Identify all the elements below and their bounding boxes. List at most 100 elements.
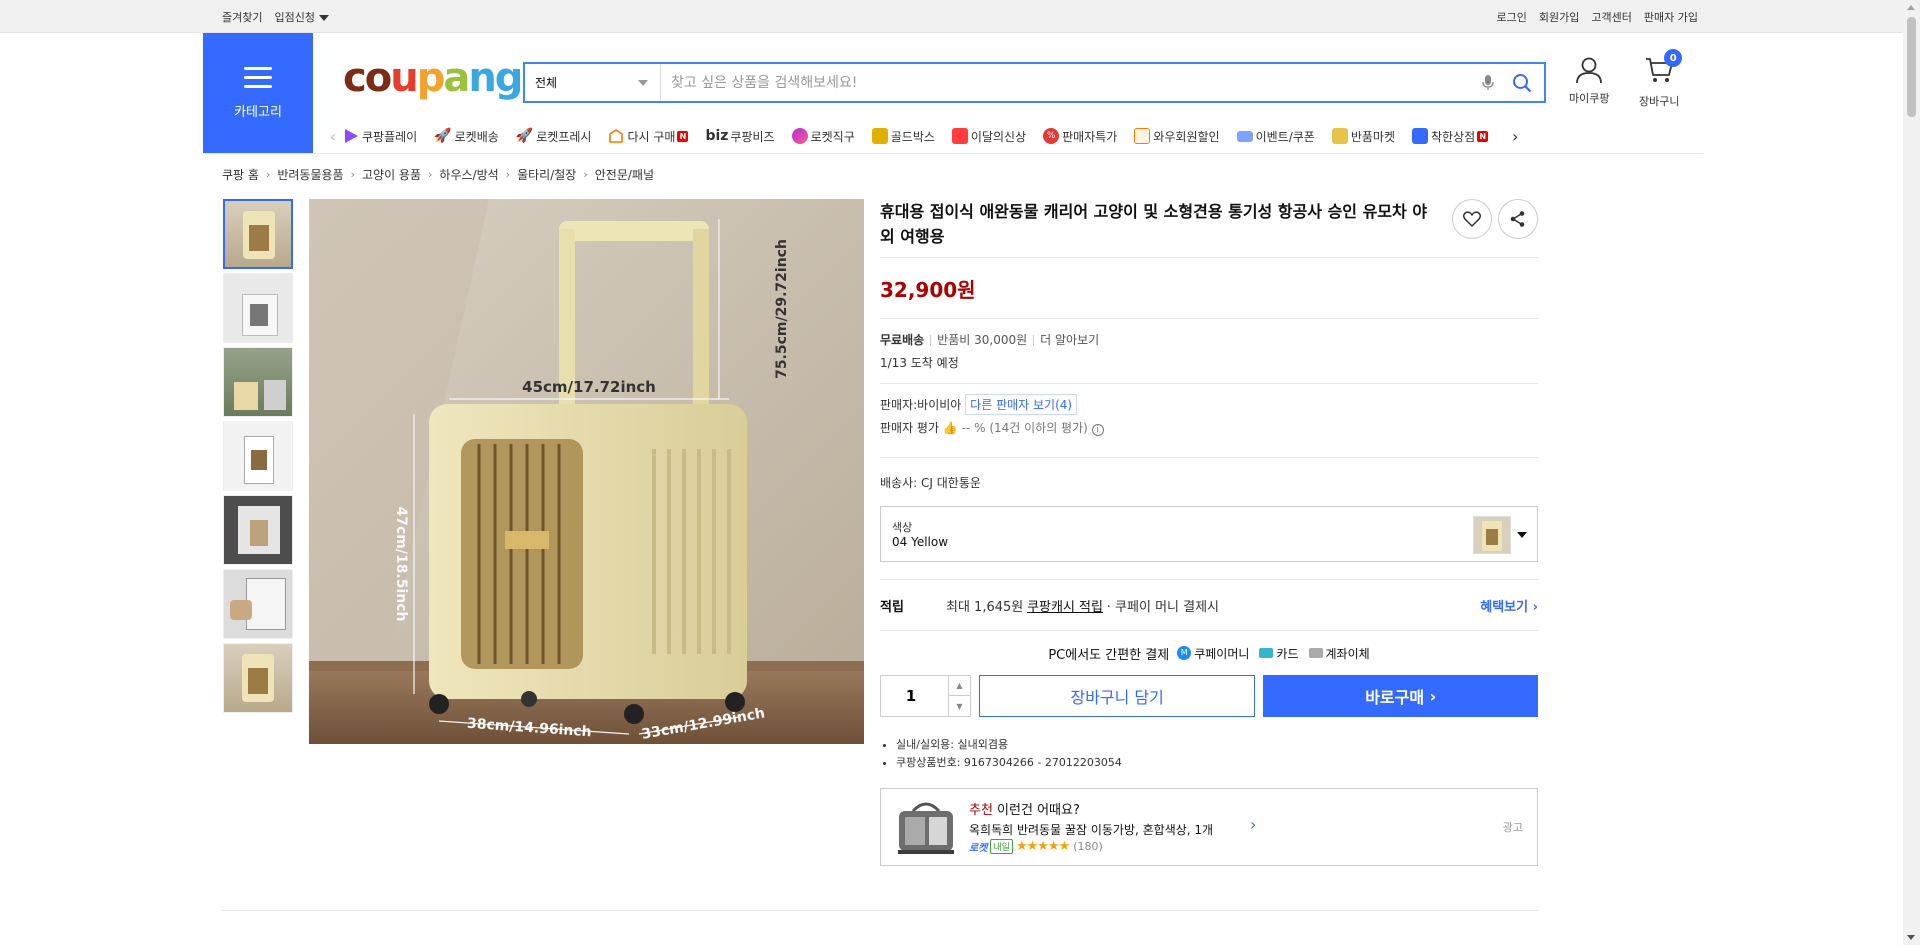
wow-icon [1134,128,1151,144]
more-info-link[interactable]: 더 알아보기 [1040,333,1099,347]
wishlist-button[interactable] [1452,199,1492,239]
recommendation-image [895,797,957,857]
user-icon [1576,57,1603,84]
thumbnail[interactable] [223,495,293,565]
carrier-name: CJ 대한통운 [921,475,981,490]
good-shop-icon [1412,128,1428,144]
seller-name: 바이비아 [917,398,962,412]
thumbnail[interactable] [223,273,293,343]
reco-highlight: 추천 [969,803,993,818]
return-fee: 반품비 30,000원 [937,333,1028,347]
category-button[interactable]: 카테고리 [203,33,313,153]
nav-wow-discount[interactable]: 와우회원할인 [1134,128,1220,145]
microphone-icon[interactable] [1476,71,1500,95]
breadcrumb-item[interactable]: 안전문/패널 [595,166,654,183]
customer-center-link[interactable]: 고객센터 [1591,9,1631,25]
share-button[interactable] [1498,199,1538,239]
chevron-right-icon: › [1250,815,1257,834]
quantity-input[interactable] [881,676,941,716]
coupang-cash-link[interactable]: 쿠팡캐시 적립 [1027,596,1103,615]
thumbnail[interactable] [223,421,293,491]
arrival-date: 1/13 도착 예정 [880,356,959,370]
reco-product-name: 옥희독희 반려동물 꿀잠 이동가방, 혼합색상, 1개 [969,823,1214,837]
nav-rebuy[interactable]: 다시 구매 N [608,128,689,145]
main-product-image[interactable]: 45cm/17.72inch 75.5cm/29.72inch 47cm/18.… [309,199,864,744]
my-coupang-button[interactable]: 마이쿠팡 [1569,55,1609,106]
chevron-down-icon [638,79,648,86]
list-item: 실내/실외용: 실내외겸용 [896,736,1538,754]
buy-now-button[interactable]: 바로구매 › [1263,675,1539,717]
price: 32,900원 [880,277,976,302]
breadcrumb-item[interactable]: 고양이 용품 [362,166,421,183]
search-icon [1513,73,1532,92]
image-height-total-label: 75.5cm/29.72inch [774,239,790,379]
reco-heading: 이런건 어때요? [992,803,1080,818]
nav-goldbox[interactable]: 골드박스 [871,128,935,145]
seller-info: 판매자:바이비아 다른 판매자 보기(4) 판매자 평가 👍 -- % (14건… [880,384,1538,457]
nav-coupang-play[interactable]: 쿠팡플레이 [343,128,417,145]
nav-coupang-biz[interactable]: biz 쿠팡비즈 [705,128,774,145]
review-count: (180) [1073,840,1103,853]
thumbnail[interactable] [223,643,293,713]
carrier-label: 배송사: [880,475,918,490]
tomorrow-badge: 내일 [990,839,1013,854]
info-icon[interactable]: i [1091,424,1104,436]
color-option-select[interactable]: 색상 04 Yellow [880,506,1538,562]
scroll-up-icon[interactable] [1907,5,1915,10]
thumbnail[interactable] [223,347,293,417]
nav-seller-deal[interactable]: % 판매자특가 [1043,128,1117,145]
nav-rocket-delivery[interactable]: 🚀 로켓배송 [434,128,499,145]
quantity-up-button[interactable]: ▲ [947,676,970,696]
list-item: 쿠팡상품번호: 9167304266 - 27012203054 [896,754,1538,772]
seller-rating-value: -- % (14건 이하의 평가) [961,421,1088,435]
heart-icon [1463,211,1481,227]
recommendation-card[interactable]: 추천 이런건 어때요? 옥희독희 반려동물 꿀잠 이동가방, 혼합색상, 1개 … [880,788,1538,866]
cart-count-badge: 0 [1664,49,1683,67]
seller-apply-link[interactable]: 입점신청 [274,9,329,25]
chevron-right-icon[interactable]: › [1505,127,1525,146]
bookmark-link[interactable]: 즐겨찾기 [222,9,262,25]
search-button[interactable] [1500,64,1544,101]
add-to-cart-button[interactable]: 장바구니 담기 [978,675,1256,717]
login-link[interactable]: 로그인 [1497,9,1527,25]
other-sellers-link[interactable]: 다른 판매자 보기(4) [965,394,1078,415]
nav-rocket-fresh[interactable]: 🚀 로켓프레시 [516,128,592,145]
search-input[interactable] [661,64,1476,101]
benefit-link[interactable]: 혜택보기 › [1480,596,1538,615]
bank-transfer-icon [1308,648,1323,658]
image-height-body-label: 47cm/18.5inch [393,506,409,621]
scroll-down-icon[interactable] [1907,935,1915,940]
nav-event-coupon[interactable]: 이벤트/쿠폰 [1236,128,1315,145]
signup-link[interactable]: 회원가입 [1539,9,1579,25]
thumbnail[interactable] [223,569,293,639]
global-icon [791,128,808,144]
my-coupang-label: 마이쿠팡 [1569,92,1610,105]
breadcrumb-item[interactable]: 반려동물용품 [277,166,343,183]
cart-button[interactable]: 0 장바구니 [1639,49,1683,109]
free-shipping-label: 무료배송 [880,333,925,347]
breadcrumb-item[interactable]: 하우스/방석 [439,166,498,183]
quantity-down-button[interactable]: ▼ [947,696,970,716]
nav-good-shop[interactable]: 착한상점 N [1412,128,1489,145]
nav-rocket-global[interactable]: 로켓직구 [791,128,855,145]
new-icon [951,128,968,144]
new-badge: N [677,130,689,142]
rocket-fresh-icon: 🚀 [515,128,534,144]
vertical-scrollbar[interactable] [1903,0,1920,945]
coupang-logo[interactable]: coupang [343,55,523,101]
rating-stars: ★★★★★ [1015,839,1070,854]
chevron-left-icon[interactable]: ‹ [323,127,343,146]
seller-signup-link[interactable]: 판매자 가입 [1644,9,1698,25]
thumbnail[interactable] [223,199,293,269]
card-label: 카드 [1276,646,1299,661]
nav-return-market[interactable]: 반품마켓 [1331,128,1395,145]
reward-amount: 최대 1,645원 [946,599,1024,615]
seller-rating-label: 판매자 평가 [880,421,940,435]
quick-nav: ‹ 쿠팡플레이 🚀 로켓배송 🚀 로켓프레시 다시 구매 N biz 쿠팡비즈 로켓직구… [323,124,1703,148]
search-scope-select[interactable]: 전체 [525,64,661,101]
nav-new-arrivals[interactable]: 이달의신상 [951,128,1026,145]
chevron-right-icon: › [428,168,433,181]
breadcrumb-item[interactable]: 울타리/철장 [517,166,576,183]
breadcrumb-item[interactable]: 쿠팡 홈 [222,166,259,183]
scroll-thumb[interactable] [1907,17,1916,117]
